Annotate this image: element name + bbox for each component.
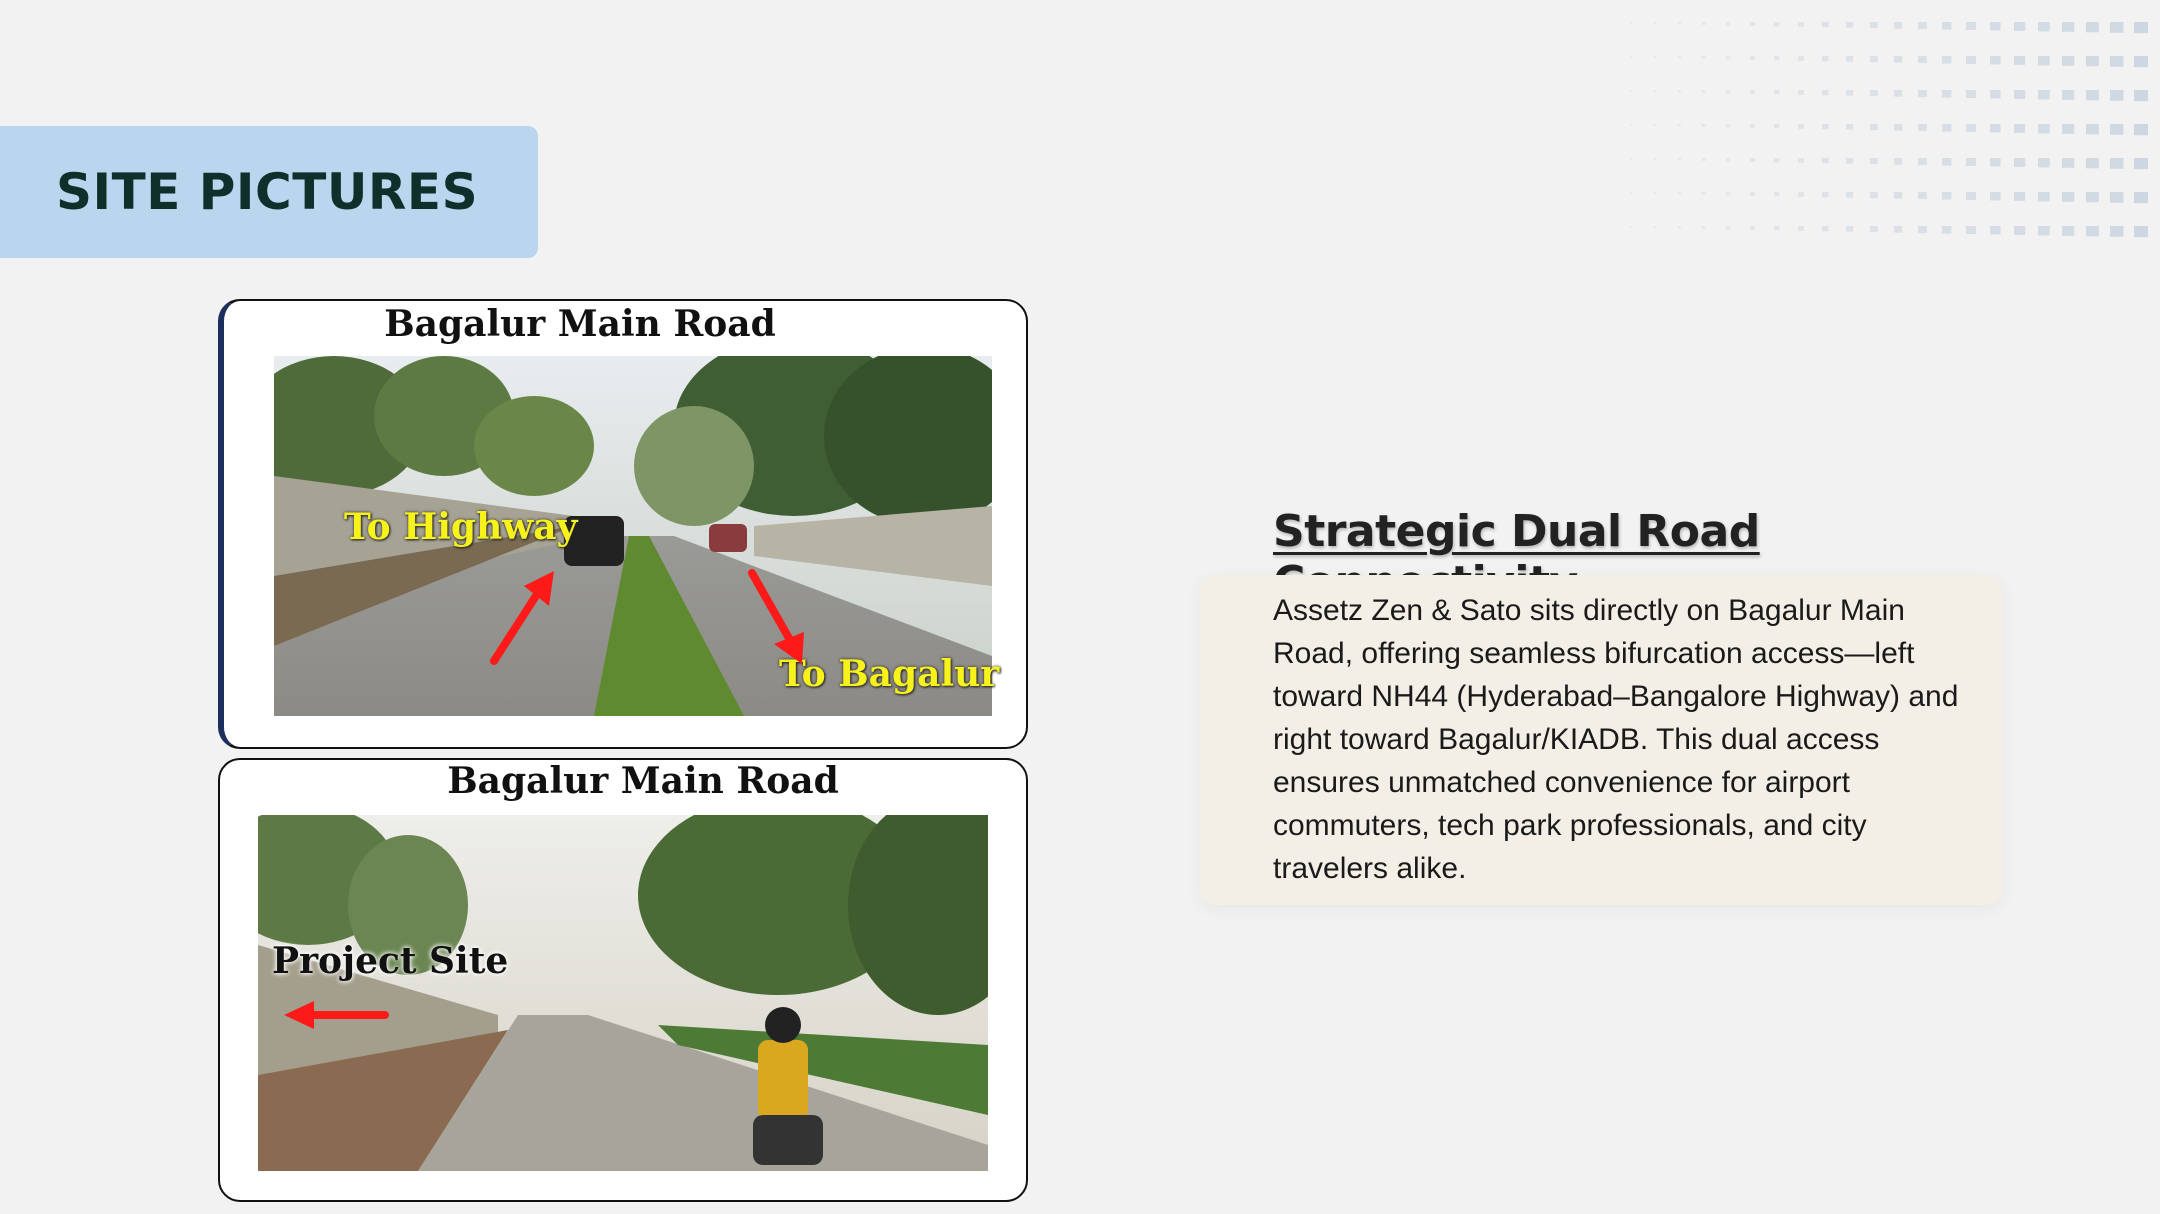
site-photo-card-2: Bagalur Main Road Project Site [218, 758, 1028, 1202]
section-title-box: SITE PICTURES [0, 126, 538, 258]
photo-caption-2: Bagalur Main Road [447, 760, 839, 802]
red-arrow-left-icon [284, 1001, 389, 1029]
site-photo-card-1: Bagalur Main Road To Highway To Bagalur [218, 299, 1028, 749]
info-description-card: Assetz Zen & Sato sits directly on Bagal… [1200, 575, 2002, 905]
photo-label-project-site: Project Site [272, 940, 509, 982]
road-photo-2 [258, 815, 988, 1171]
decorative-dot-grid [1630, 22, 2148, 238]
section-title: SITE PICTURES [56, 163, 479, 221]
red-arrow-down-icon [748, 569, 804, 664]
photo-label-to-highway: To Highway [344, 506, 578, 548]
info-description: Assetz Zen & Sato sits directly on Bagal… [1273, 594, 1959, 885]
red-arrow-up-icon [490, 571, 554, 665]
photo-caption-1: Bagalur Main Road [384, 303, 776, 345]
